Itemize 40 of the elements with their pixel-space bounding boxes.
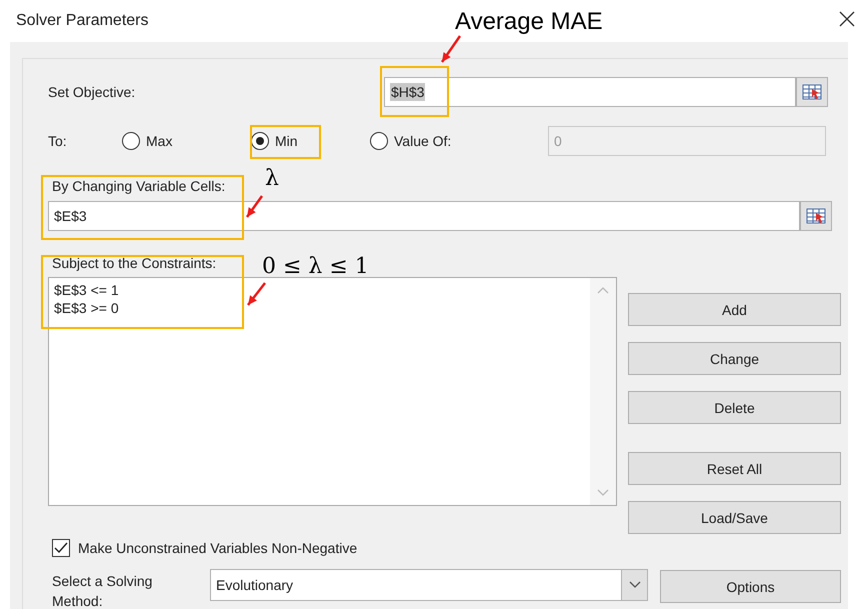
radio-label[interactable]: Min <box>275 133 298 149</box>
field-label: Set Objective: <box>48 84 136 100</box>
range-select-button[interactable] <box>800 201 832 231</box>
radio-label[interactable]: Value Of: <box>394 133 452 149</box>
objective-field[interactable]: $H$3 <box>384 77 796 107</box>
checkbox[interactable] <box>52 539 70 557</box>
constraint-item[interactable]: $E$3 >= 0 <box>54 300 585 316</box>
window-title: Solver Parameters <box>16 12 148 30</box>
options-button[interactable]: Options <box>660 570 841 603</box>
variable-cells-field[interactable]: $E$3 <box>48 201 800 231</box>
field-label: Subject to the Constraints: <box>52 255 216 271</box>
dialog-button[interactable]: Load/Save <box>628 501 841 534</box>
highlight-frame <box>380 66 449 117</box>
dialog-button[interactable]: Reset All <box>628 452 841 485</box>
range-select-icon <box>806 208 826 224</box>
constraint-item[interactable]: $E$3 <= 1 <box>54 282 585 298</box>
dialog-button[interactable]: Delete <box>628 391 841 424</box>
range-select-icon <box>802 84 822 100</box>
annotation-text: Average MAE <box>455 8 603 36</box>
checkbox-label: Make Unconstrained Variables Non-Negative <box>78 540 358 556</box>
dialog-button[interactable]: Change <box>628 342 841 375</box>
chevron-down-icon <box>628 581 640 589</box>
annotation-text: λ <box>265 166 279 191</box>
method-dropdown[interactable]: Evolutionary <box>210 569 648 601</box>
arrow <box>246 195 264 218</box>
field-label: To: <box>48 133 68 149</box>
radio-button[interactable] <box>122 132 140 150</box>
arrow <box>247 282 266 306</box>
annotation-text: 0 ≤ λ ≤ 1 <box>262 254 369 279</box>
close-icon[interactable] <box>839 11 855 27</box>
constraints-list[interactable]: $E$3 <= 1 $E$3 >= 0 <box>48 277 617 506</box>
radio-button[interactable] <box>370 132 388 150</box>
field-label: Select a Solving Method: <box>52 572 154 609</box>
range-select-button[interactable] <box>796 77 828 107</box>
field-label: By Changing Variable Cells: <box>52 178 226 194</box>
radio-label[interactable]: Max <box>146 133 172 149</box>
radio-button[interactable] <box>251 132 269 150</box>
arrow <box>440 35 462 63</box>
highlight-frame <box>250 125 321 159</box>
dialog-button[interactable]: Add <box>628 293 841 326</box>
